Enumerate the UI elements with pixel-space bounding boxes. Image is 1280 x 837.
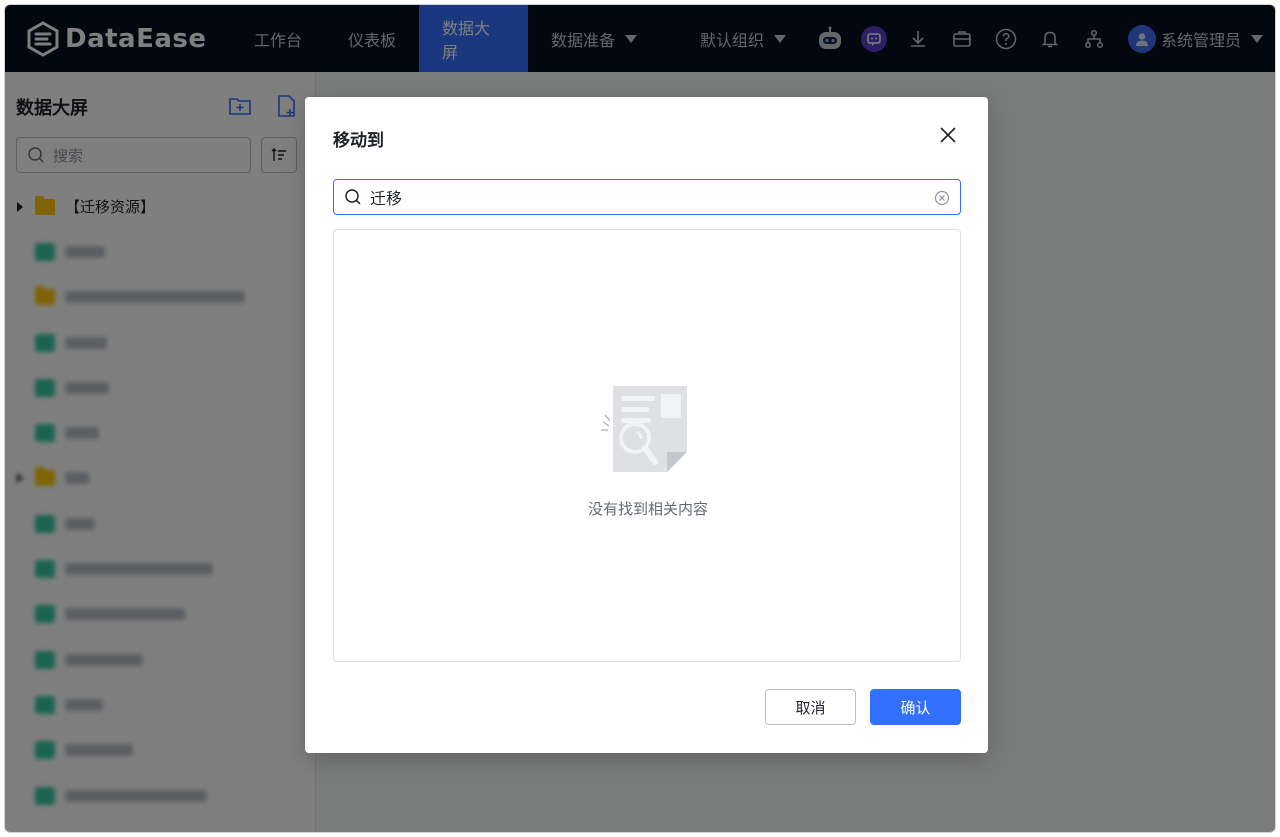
- folder-tree-panel: 没有找到相关内容: [333, 229, 961, 662]
- move-to-dialog: 移动到 没有找到相关内容 取消 确认: [305, 97, 988, 753]
- clear-icon[interactable]: [934, 190, 950, 206]
- empty-message: 没有找到相关内容: [587, 500, 708, 518]
- confirm-button[interactable]: 确认: [870, 689, 961, 725]
- dialog-title: 移动到: [333, 131, 384, 151]
- empty-result-icon: [601, 386, 687, 472]
- close-icon[interactable]: [936, 123, 960, 147]
- dialog-search-field[interactable]: [333, 179, 961, 215]
- dialog-search-input[interactable]: [370, 187, 910, 207]
- search-icon: [345, 189, 361, 205]
- cancel-button[interactable]: 取消: [765, 689, 856, 725]
- app-window: DataEase 工作台 仪表板 数据大屏 数据准备 默认组织: [4, 4, 1276, 833]
